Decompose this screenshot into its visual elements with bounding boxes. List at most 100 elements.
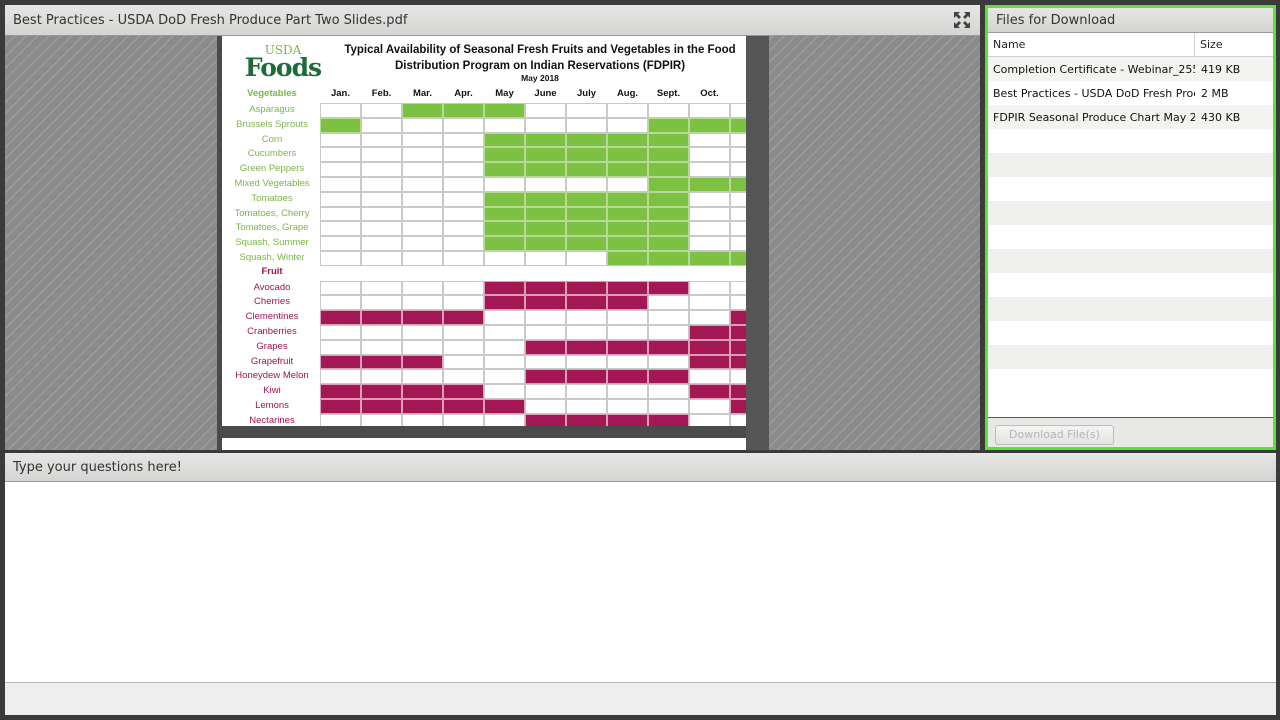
availability-cell-available (402, 384, 443, 399)
files-pod-title: Files for Download (996, 12, 1116, 28)
availability-cell-empty (730, 413, 746, 426)
fullscreen-button[interactable] (952, 10, 972, 30)
availability-cell-available (402, 399, 443, 414)
availability-cell-empty (443, 221, 484, 237)
availability-cell-available (361, 354, 402, 370)
produce-label: Grapes (256, 340, 288, 352)
qa-pod: Type your questions here! (5, 453, 1276, 715)
empty-file-row (988, 129, 1273, 153)
availability-cell-empty (443, 206, 484, 222)
availability-cell-available (648, 280, 689, 296)
availability-cell-available (484, 221, 525, 237)
pdf-scrollbar[interactable] (746, 36, 769, 450)
availability-cell-empty (566, 251, 607, 266)
availability-cell-empty (361, 117, 402, 133)
availability-cell-empty (320, 251, 361, 266)
availability-cell-empty (443, 147, 484, 163)
availability-cell-empty (443, 177, 484, 192)
availability-cell-empty (320, 191, 361, 207)
column-header-name[interactable]: Name (988, 33, 1195, 56)
availability-cell-available (443, 310, 484, 325)
month-header: Mar. (412, 88, 432, 99)
month-header: June (534, 88, 557, 99)
availability-cell-available (484, 206, 525, 222)
download-files-button[interactable]: Download File(s) (995, 424, 1114, 445)
availability-cell-available (730, 399, 746, 414)
availability-cell-available (320, 399, 361, 414)
availability-cell-available (566, 147, 607, 163)
availability-cell-empty (443, 295, 484, 311)
produce-label: Lemons (255, 400, 289, 411)
availability-cell-available (566, 280, 607, 296)
availability-cell-available (648, 132, 689, 148)
availability-cell-empty (566, 399, 607, 414)
availability-cell-empty (730, 280, 746, 296)
availability-cell-available (566, 339, 607, 355)
availability-cell-empty (689, 191, 730, 207)
availability-cell-empty (443, 339, 484, 355)
file-list: Completion Certificate - Webinar_2556 419… (988, 57, 1273, 129)
availability-cell-empty (443, 162, 484, 177)
availability-cell-empty (689, 103, 730, 118)
availability-cell-available (689, 325, 730, 340)
availability-cell-available (484, 103, 525, 118)
availability-cell-empty (648, 295, 689, 311)
files-footer: Download File(s) (988, 417, 1273, 447)
availability-cell-empty (689, 295, 730, 311)
availability-cell-empty (320, 206, 361, 222)
file-name: FDPIR Seasonal Produce Chart May 201 (993, 110, 1195, 124)
availability-cell-empty (689, 147, 730, 163)
availability-cell-available (525, 147, 566, 163)
availability-cell-empty (525, 399, 566, 414)
availability-cell-available (566, 369, 607, 385)
availability-cell-available (525, 295, 566, 311)
availability-cell-available (484, 191, 525, 207)
availability-cell-empty (648, 310, 689, 325)
availability-cell-available (730, 354, 746, 370)
availability-cell-available (443, 103, 484, 118)
produce-label: Clementines (245, 311, 299, 323)
availability-cell-empty (320, 221, 361, 237)
file-size: 430 KB (1201, 110, 1241, 124)
empty-file-row (988, 297, 1273, 321)
availability-cell-available (320, 384, 361, 399)
availability-cell-empty (648, 325, 689, 340)
empty-file-row (988, 249, 1273, 273)
file-size: 2 MB (1201, 86, 1229, 100)
availability-cell-available (607, 339, 648, 355)
availability-cell-empty (607, 325, 648, 340)
availability-cell-available (566, 132, 607, 148)
document-viewer: USDA Foods Typical Availability of Seaso… (5, 36, 980, 450)
availability-cell-empty (730, 147, 746, 163)
share-pod-header: Best Practices - USDA DoD Fresh Produce … (5, 5, 980, 36)
file-row[interactable]: Completion Certificate - Webinar_2556 419… (988, 57, 1273, 81)
availability-cell-available (607, 221, 648, 237)
availability-cell-empty (607, 354, 648, 370)
availability-cell-available (402, 310, 443, 325)
availability-cell-empty (484, 251, 525, 266)
availability-cell-available (566, 221, 607, 237)
availability-cell-empty (361, 221, 402, 237)
produce-label: Squash, Summer (235, 237, 309, 249)
availability-cell-available (689, 251, 730, 266)
availability-cell-empty (443, 354, 484, 370)
availability-cell-empty (402, 206, 443, 222)
produce-label: Green Peppers (239, 163, 305, 175)
file-row[interactable]: FDPIR Seasonal Produce Chart May 201 430 … (988, 105, 1273, 129)
month-header: Jan. (330, 88, 350, 99)
availability-cell-empty (689, 399, 730, 414)
share-pod-title: Best Practices - USDA DoD Fresh Produce … (13, 12, 408, 28)
empty-file-row (988, 273, 1273, 297)
availability-cell-empty (443, 369, 484, 385)
availability-cell-available (484, 399, 525, 414)
availability-cell-available (320, 354, 361, 370)
column-header-size[interactable]: Size (1195, 33, 1228, 56)
availability-cell-empty (566, 103, 607, 118)
availability-cell-available (320, 310, 361, 325)
question-input[interactable] (5, 682, 1276, 715)
availability-cell-available (566, 162, 607, 177)
month-header: Apr. (454, 88, 473, 99)
availability-cell-empty (402, 236, 443, 251)
file-row[interactable]: Best Practices - USDA DoD Fresh Produ 2 M… (988, 81, 1273, 105)
availability-cell-available (607, 236, 648, 251)
